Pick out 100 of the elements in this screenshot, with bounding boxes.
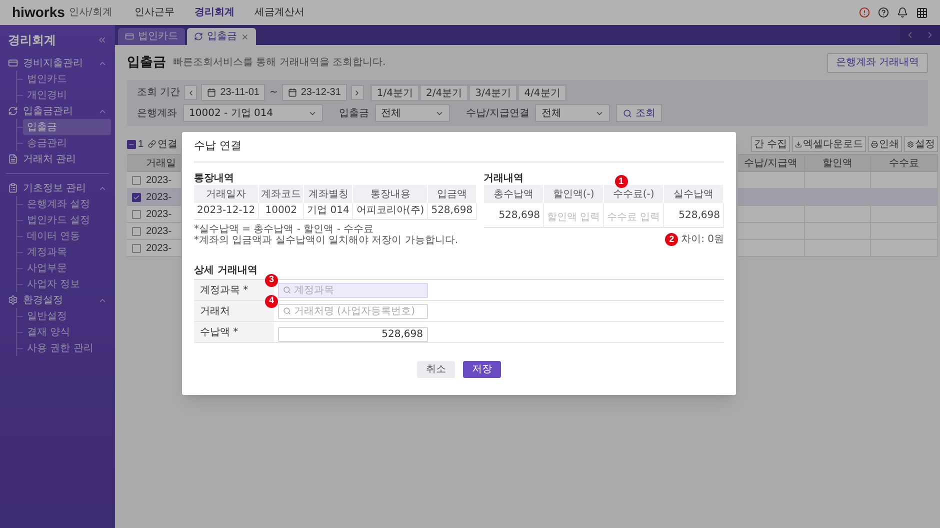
section-title: 통장내역 (194, 172, 235, 185)
sidebar-group[interactable]: 환경설정 (4, 292, 111, 308)
sidebar-group[interactable]: 입출금관리 (4, 103, 111, 119)
brand-subtitle: 인사/회계 (68, 6, 112, 20)
nav-item[interactable]: 경리회계 (194, 5, 234, 20)
page-title: 입출금 (127, 54, 166, 72)
search-icon (283, 307, 291, 315)
search-icon (283, 286, 291, 294)
quarter-button[interactable]: 2/4분기 (421, 86, 468, 100)
column-header: 할인액 (804, 155, 872, 171)
print-button[interactable]: 인쇄 (868, 136, 902, 152)
checkbox[interactable] (132, 244, 140, 252)
column-header: 거래일자 (194, 185, 259, 203)
apps-grid-icon[interactable] (916, 6, 928, 18)
column-header: 계좌별칭 (304, 185, 353, 203)
sidebar-item[interactable]: 법인카드 (23, 71, 111, 87)
link-action[interactable]: 연결 (158, 136, 178, 152)
save-button[interactable]: 저장 (463, 360, 501, 378)
sidebar-item[interactable]: 데이터 연동 (23, 228, 111, 244)
document-icon (8, 154, 18, 164)
search-icon (623, 108, 632, 118)
arrows-icon (8, 106, 18, 116)
checkbox[interactable] (132, 210, 140, 218)
sidebar-group[interactable]: 기초정보 관리 (4, 180, 111, 196)
sidebar-group[interactable]: 경비지출관리 (4, 55, 111, 71)
table-cell: 2023-12-12 (194, 203, 259, 219)
column-header: 통장내용 (352, 185, 428, 203)
quarter-button[interactable]: 1/4분기 (372, 86, 418, 100)
checkbox[interactable] (132, 176, 140, 184)
cancel-button[interactable]: 취소 (417, 360, 455, 378)
amount-field[interactable]: 528,698 (278, 327, 428, 342)
card-icon (125, 32, 134, 41)
amount-input[interactable]: 수수료 입력 (607, 210, 660, 225)
checkbox[interactable] (127, 140, 136, 148)
note-text: *실수납액 = 총수납액 - 할인액 - 수수료 (194, 224, 375, 234)
next-button[interactable] (350, 85, 364, 100)
quarter-button[interactable]: 4/4분기 (519, 86, 566, 100)
field-label: 수납액 * (194, 322, 274, 342)
table-cell: 어피코리아(주) (352, 203, 428, 219)
column-header: 거래일 (145, 156, 176, 170)
table-cell-text: 2023- (145, 174, 172, 188)
table-cell-text: 2023- (145, 190, 172, 204)
section-title: 거래내역 (484, 172, 524, 185)
checkbox[interactable] (132, 192, 140, 202)
sidebar-item[interactable]: 계정과목 (23, 244, 111, 260)
help-icon[interactable] (878, 7, 889, 18)
calendar-icon (207, 88, 216, 97)
amount-input[interactable]: 할인액 입력 (547, 210, 600, 225)
column-header: 총수납액 (484, 185, 544, 203)
clipboard-icon (8, 183, 18, 193)
link-select[interactable]: 전체 (535, 104, 610, 122)
type-select[interactable]: 전체 (375, 104, 450, 122)
filter-label: 수납/지급연결 (466, 106, 530, 120)
column-header: 입금액 (428, 185, 476, 203)
sidebar-item[interactable]: 사용 권한 관리 (23, 340, 111, 356)
column-header: 실수납액 (664, 185, 724, 203)
settings-button[interactable]: 설정 (904, 136, 938, 152)
alert-icon[interactable] (859, 7, 870, 18)
collect-button[interactable]: 간 수집 (750, 136, 790, 152)
sidebar-item[interactable]: 송금관리 (23, 135, 111, 151)
sidebar-item[interactable]: 은행계좌 설정 (23, 196, 111, 212)
nav-item[interactable]: 인사근무 (134, 5, 174, 20)
date-field[interactable]: 23-12-31 (282, 84, 347, 101)
bank-history-button[interactable]: 은행계좌 거래내역 (826, 52, 928, 72)
tab[interactable]: 입출금 (187, 28, 256, 45)
column-header: 수수료 (871, 155, 938, 171)
account-select[interactable]: 10002 - 기업 014 (183, 104, 323, 122)
table-cell-text: 2023- (145, 242, 172, 256)
number-marker: 3 (265, 274, 278, 286)
filter-label: 입출금 (339, 106, 369, 120)
column-header: 계좌코드 (258, 185, 304, 203)
previous-button[interactable] (184, 85, 198, 100)
card-icon (8, 58, 18, 68)
sidebar-item[interactable]: 개인경비 (23, 87, 111, 103)
checkbox[interactable] (132, 226, 140, 236)
tab[interactable]: 법인카드 (118, 28, 185, 45)
excel-download-button[interactable]: 엑셀다운로드 (792, 136, 866, 152)
arrows-icon (194, 32, 203, 41)
bell-icon[interactable] (897, 7, 908, 18)
brand-logo: hiworks (12, 3, 65, 22)
column-header: 수납/지급액 (738, 155, 805, 171)
date-field[interactable]: 23-11-01 (201, 84, 266, 101)
download-icon (795, 140, 802, 148)
nav-item[interactable]: 세금계산서 (254, 5, 304, 20)
sidebar-item[interactable]: 사업자 정보 (23, 276, 111, 292)
selected-count: 1 (138, 138, 144, 152)
search-button[interactable]: 조회 (616, 104, 662, 122)
table-cell-text: 528,698 (498, 208, 540, 222)
close-icon[interactable] (241, 32, 249, 40)
table-cell-text: 2023- (145, 224, 172, 238)
link-icon (148, 140, 156, 148)
sidebar-item[interactable]: 사업부문 (23, 260, 111, 276)
quarter-button[interactable]: 3/4분기 (470, 86, 516, 100)
sidebar-item[interactable]: 법인카드 설정 (23, 212, 111, 228)
number-marker: 2 (665, 233, 678, 246)
sidebar-group[interactable]: 거래처 관리 (4, 151, 111, 167)
sidebar-item[interactable]: 결재 양식 (23, 324, 111, 340)
table-cell: 기업 014 (304, 203, 353, 219)
difference-text: 차이: 0원 (681, 233, 724, 247)
sidebar-item[interactable]: 일반설정 (23, 308, 111, 324)
